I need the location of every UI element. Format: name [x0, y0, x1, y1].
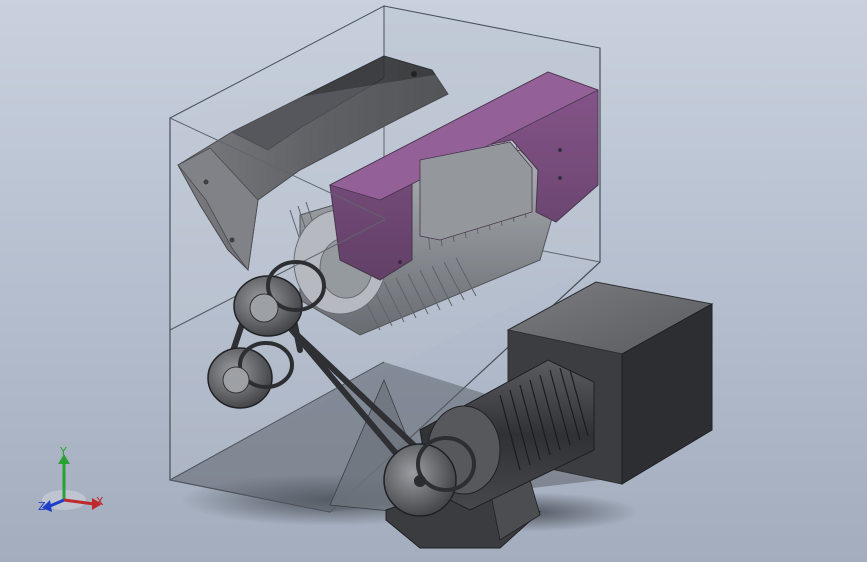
cad-model-scene[interactable]	[0, 0, 867, 562]
bolt-icon	[411, 71, 417, 77]
3d-viewport[interactable]: Y X Z	[0, 0, 867, 562]
motor-pulley-hub	[414, 475, 426, 487]
rotor-pulley-hub	[249, 293, 279, 323]
coordinate-triad	[42, 454, 102, 512]
triad-z-label: Z	[38, 500, 46, 513]
triad-x-label: X	[96, 495, 104, 508]
idler-pulley-hub	[222, 366, 250, 394]
triad-y-label: Y	[60, 445, 67, 458]
